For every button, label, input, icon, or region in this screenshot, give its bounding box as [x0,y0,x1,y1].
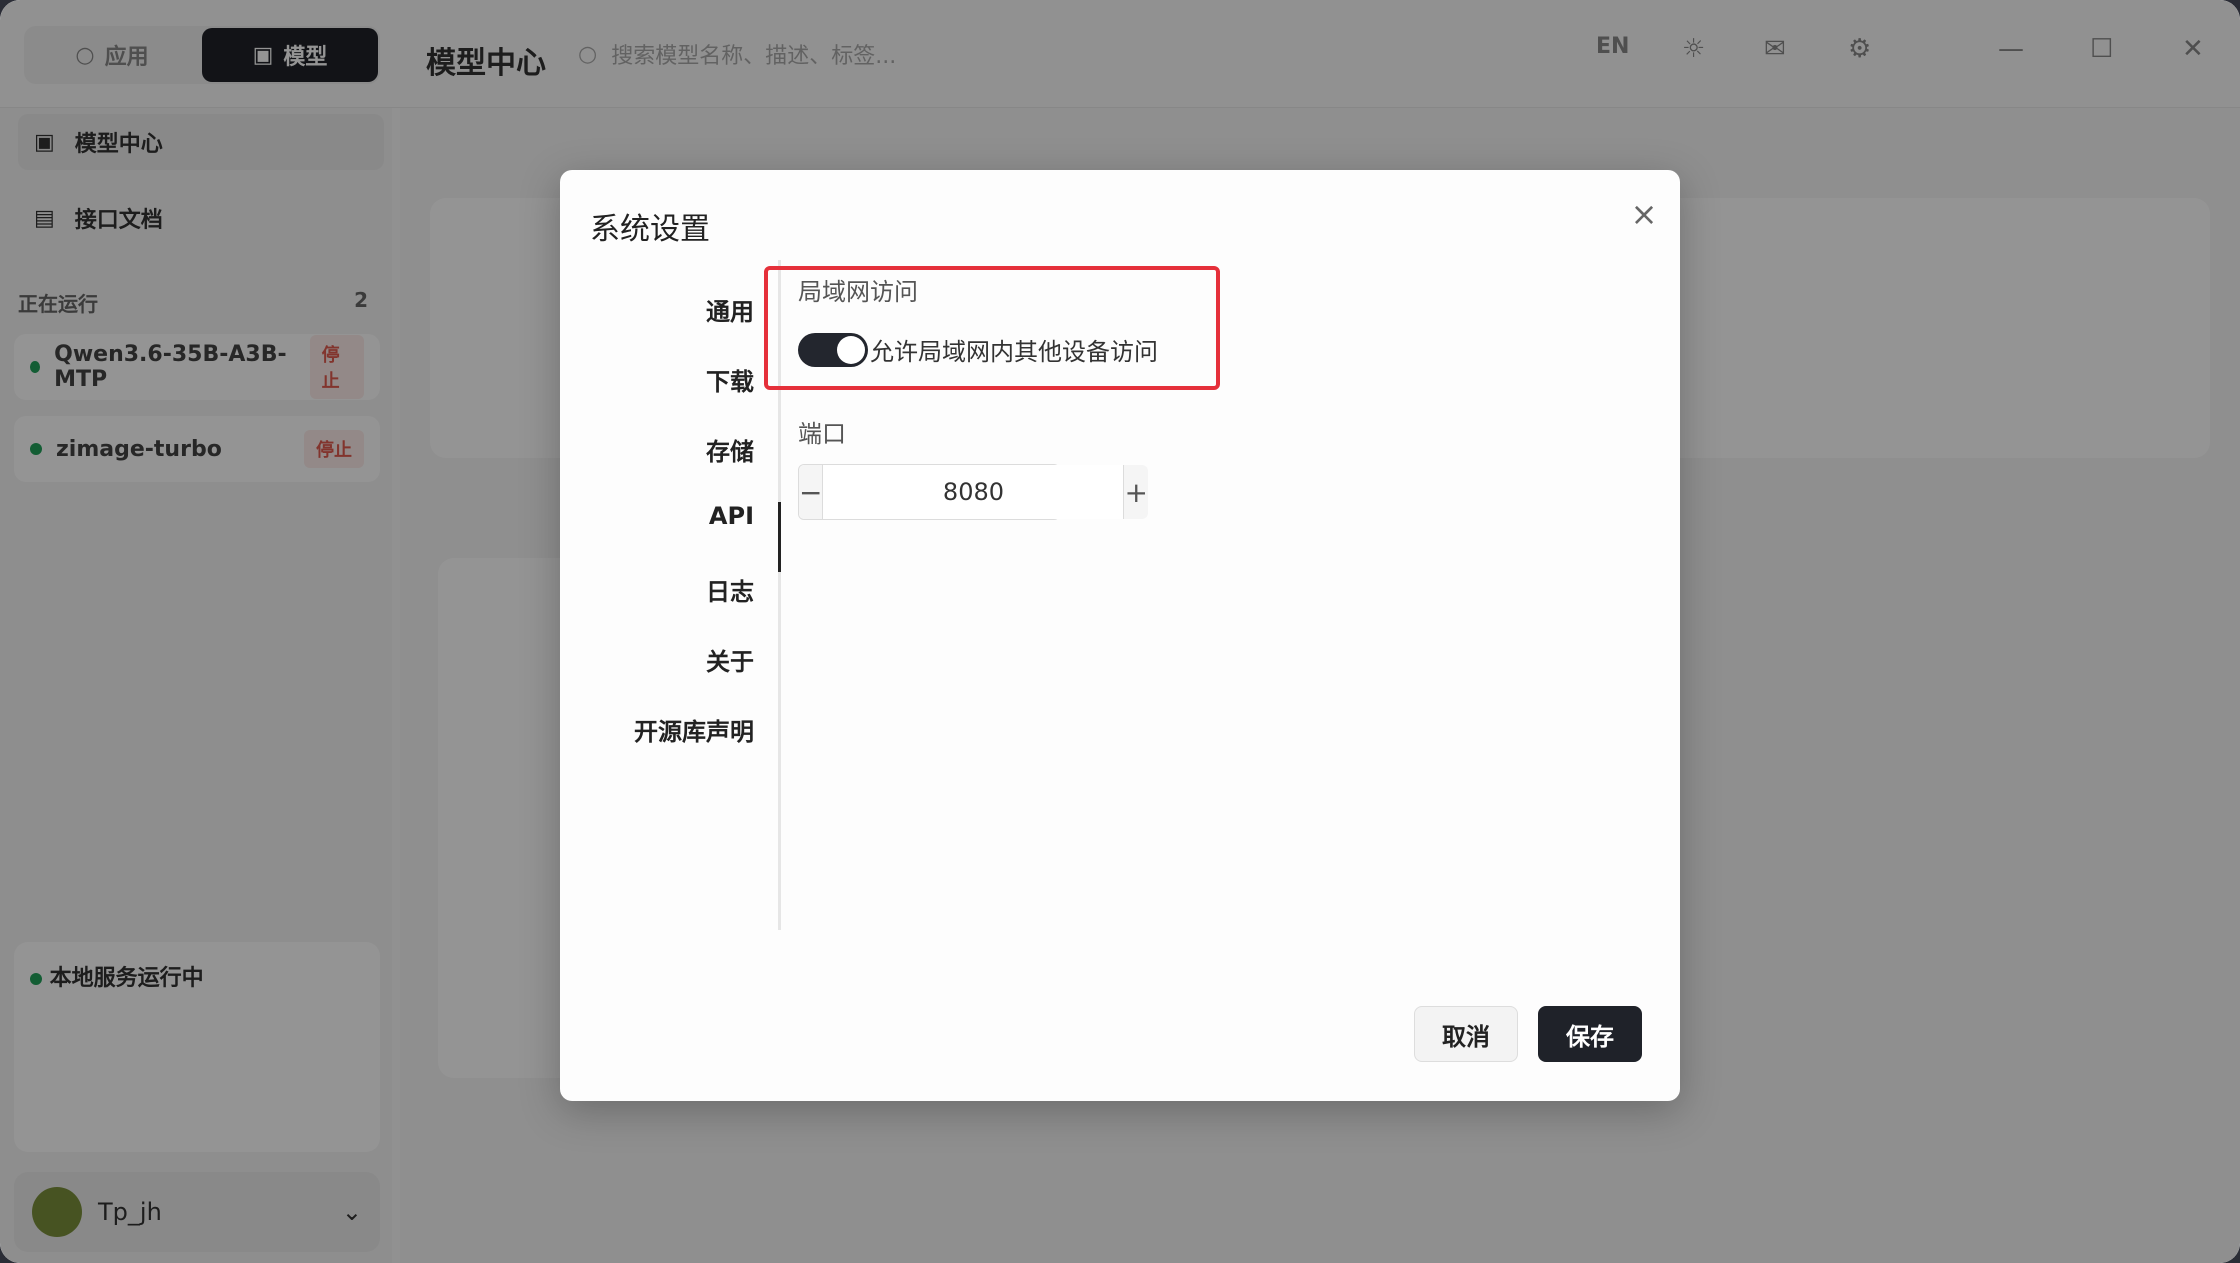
app-window: ○ 应用 ▣ 模型 模型中心 ○ 搜索模型名称、描述、标签... EN ☼ ✉ … [0,0,2240,1263]
settings-nav: 通用 下载 存储 API 日志 关于 开源库声明 [560,260,782,930]
settings-dialog: 系统设置 × 通用 下载 存储 API 日志 关于 开源库声明 局域网访问 允许… [560,170,1680,1101]
nav-api[interactable]: API [709,502,754,530]
lan-toggle-label: 允许局域网内其他设备访问 [870,338,1158,366]
nav-logs[interactable]: 日志 [706,572,754,607]
lan-access-toggle[interactable] [798,332,868,367]
dialog-title: 系统设置 [590,212,710,247]
port-label: 端口 [798,420,846,448]
cancel-button[interactable]: 取消 [1414,1006,1518,1062]
decrement-button[interactable]: − [799,465,824,519]
toggle-knob [837,335,865,364]
lan-toggle-row: 允许局域网内其他设备访问 [798,332,1158,367]
nav-about[interactable]: 关于 [706,642,754,677]
nav-general[interactable]: 通用 [706,292,754,327]
nav-active-indicator [778,502,781,572]
lan-section-label: 局域网访问 [798,278,918,306]
port-input[interactable] [823,465,1124,519]
save-button[interactable]: 保存 [1538,1006,1642,1062]
nav-licenses[interactable]: 开源库声明 [634,712,754,747]
close-icon[interactable]: × [1624,194,1664,234]
nav-storage[interactable]: 存储 [706,432,754,467]
port-stepper: − + [798,464,1148,520]
increment-button[interactable]: + [1123,465,1148,519]
nav-download[interactable]: 下载 [706,362,754,397]
